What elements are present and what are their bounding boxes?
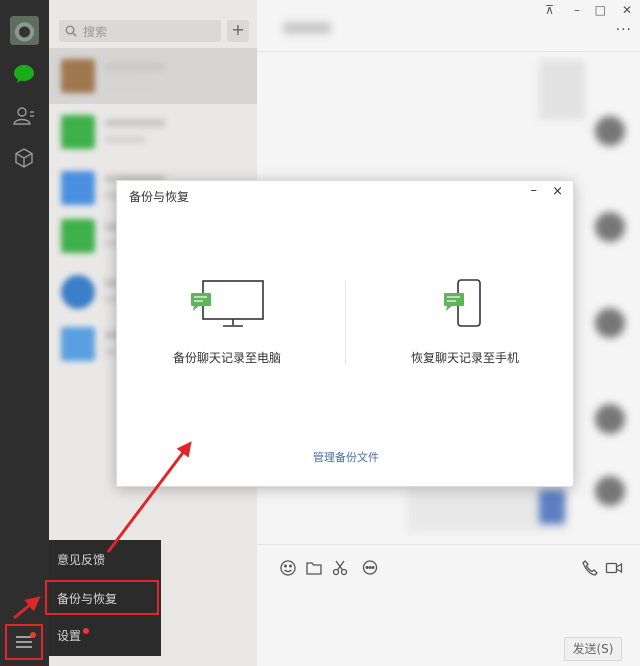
chat-preview — [105, 80, 145, 87]
search-icon — [65, 25, 77, 37]
backup-option-label: 备份聊天记录至电脑 — [172, 351, 281, 365]
minimize-button[interactable]: – — [574, 3, 580, 17]
avatar — [595, 476, 625, 506]
restore-option-label: 恢复聊天记录至手机 — [410, 351, 519, 365]
video-icon[interactable] — [605, 559, 623, 577]
divider — [345, 281, 346, 365]
message-bubble — [539, 60, 585, 120]
backup-restore-dialog: 备份与恢复 – × 备份聊天记录至电脑 恢复聊天记录至手机 管理备份文件 — [116, 180, 574, 487]
maximize-button[interactable]: □ — [595, 3, 606, 17]
chat-name — [105, 119, 165, 127]
avatar — [595, 212, 625, 242]
more-options-button[interactable]: ··· — [616, 22, 632, 38]
close-button[interactable]: ✕ — [622, 3, 632, 17]
chat-preview — [105, 136, 145, 143]
pin-button[interactable]: ⊼ — [545, 3, 554, 17]
manage-backup-files-link[interactable]: 管理备份文件 — [117, 449, 575, 465]
folder-icon[interactable] — [305, 559, 323, 577]
dialog-title: 备份与恢复 — [129, 190, 190, 204]
avatar — [61, 171, 95, 205]
menu-button[interactable] — [5, 624, 43, 660]
scissors-icon[interactable] — [331, 559, 349, 577]
highlight-box — [45, 580, 159, 615]
avatar — [595, 116, 625, 146]
avatar — [595, 308, 625, 338]
dialog-minimize-button[interactable]: – — [531, 183, 538, 198]
chat-title — [283, 22, 331, 34]
avatar — [595, 404, 625, 434]
avatar — [61, 115, 95, 149]
menu-item-feedback[interactable]: 意见反馈 — [57, 550, 105, 570]
dialog-close-button[interactable]: × — [552, 184, 563, 199]
search-box[interactable]: 搜索 — [59, 20, 221, 42]
chat-header: ⊼ – □ ✕ ··· — [257, 0, 640, 52]
phone-device-icon — [444, 279, 481, 327]
restore-to-phone-option[interactable]: 恢复聊天记录至手机 — [355, 279, 575, 366]
favorites-icon[interactable] — [12, 146, 36, 170]
settings-notification-dot — [83, 628, 89, 634]
chat-bubble-icon[interactable] — [361, 559, 379, 577]
computer-icon — [191, 280, 264, 327]
chat-name — [105, 63, 165, 71]
list-item[interactable] — [49, 48, 257, 104]
list-item[interactable] — [49, 104, 257, 160]
menu-item-settings[interactable]: 设置 — [57, 626, 81, 646]
menu-notification-dot — [30, 632, 36, 638]
avatar — [61, 327, 95, 361]
avatar — [61, 275, 95, 309]
backup-to-pc-option[interactable]: 备份聊天记录至电脑 — [117, 279, 337, 366]
send-button[interactable]: 发送(S) — [564, 637, 622, 661]
chat-icon[interactable] — [12, 62, 36, 86]
emoji-icon[interactable] — [279, 559, 297, 577]
left-rail — [0, 0, 49, 666]
avatar — [61, 59, 95, 93]
add-button[interactable]: + — [227, 20, 249, 42]
avatar[interactable] — [10, 16, 39, 45]
search-input[interactable]: 搜索 — [83, 23, 107, 40]
avatar — [61, 219, 95, 253]
file-thumbnail — [539, 490, 565, 524]
contacts-icon[interactable] — [12, 104, 36, 128]
phone-icon[interactable] — [581, 559, 599, 577]
composer: 发送(S) — [257, 544, 640, 666]
